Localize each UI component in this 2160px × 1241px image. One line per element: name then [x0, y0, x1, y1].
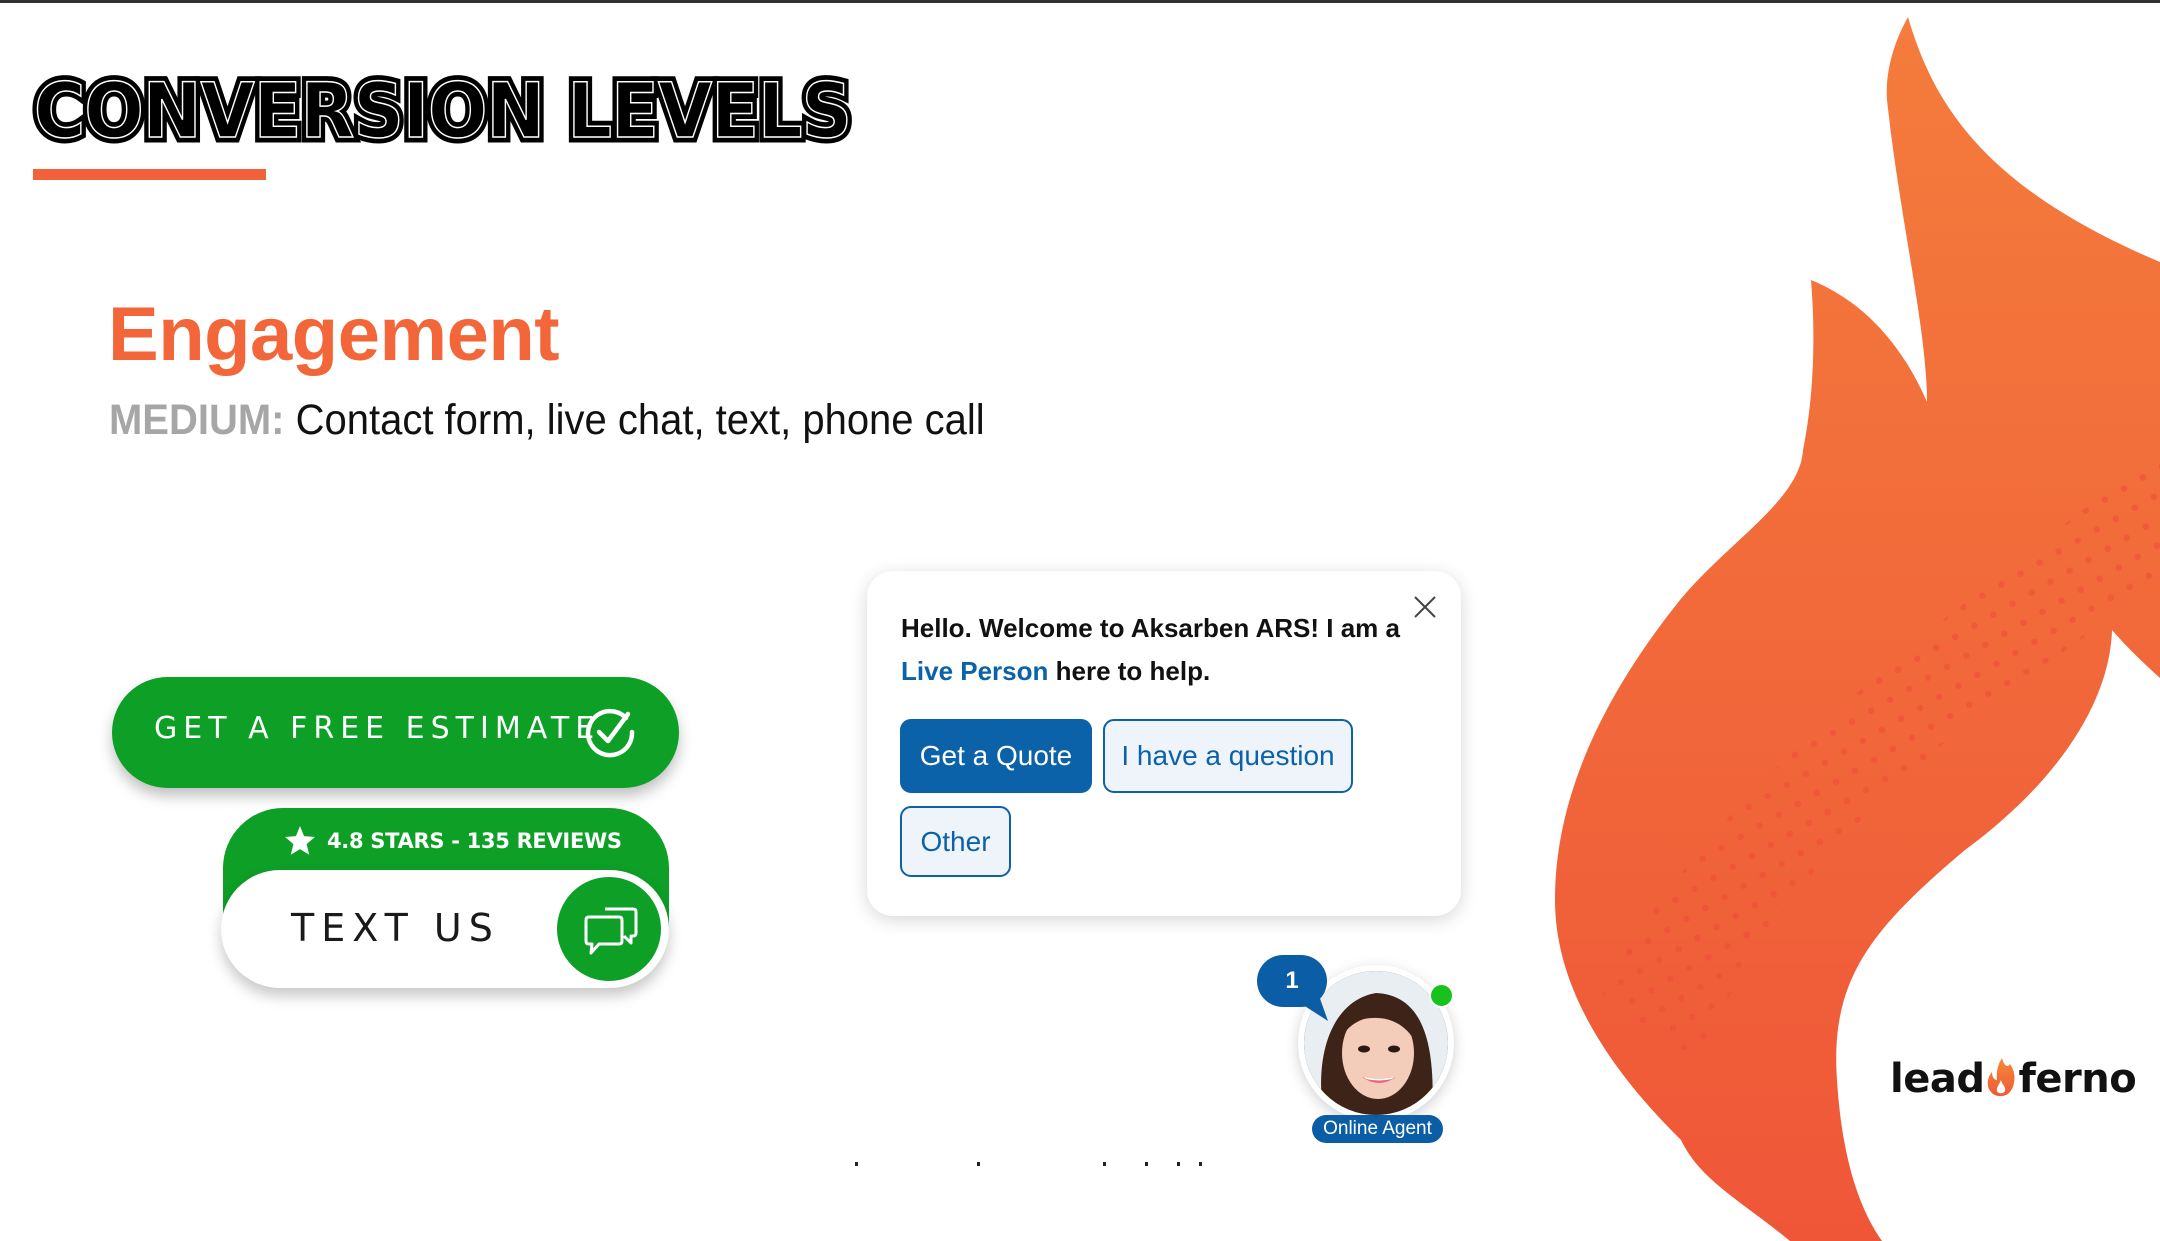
text-us-button[interactable]: TEXT US: [221, 870, 669, 988]
chat-greeting-prefix: Hello. Welcome to Aksarben ARS! I am a: [901, 613, 1400, 643]
star-icon: [285, 826, 315, 855]
online-agent-label: Online Agent: [1312, 1115, 1443, 1143]
reviews-text: 4.8 STARS - 135 REVIEWS: [327, 829, 622, 853]
text-us-icon-button[interactable]: [555, 875, 663, 983]
get-free-estimate-button[interactable]: GET A FREE ESTIMATE: [112, 677, 679, 788]
logo-text-lead: lead: [1890, 1056, 1985, 1102]
flame-icon: [1988, 1058, 2015, 1097]
live-person-link: Live Person: [901, 656, 1049, 686]
get-a-quote-button[interactable]: Get a Quote: [900, 719, 1092, 793]
text-us-label: TEXT US: [291, 906, 500, 950]
chat-agent-launcher[interactable]: 1 Online Agent: [1250, 945, 1460, 1155]
level-label: MEDIUM:: [109, 396, 285, 444]
text-us-widget[interactable]: 4.8 STARS - 135 REVIEWS TEXT US: [221, 808, 669, 988]
online-status-dot: [1429, 983, 1454, 1008]
logo-text-ferno: ferno: [2018, 1056, 2137, 1102]
other-button[interactable]: Other: [900, 806, 1011, 877]
level-description: Contact form, live chat, text, phone cal…: [295, 396, 985, 444]
leadferno-logo: lead ferno: [1890, 1052, 2137, 1102]
estimate-button-label: GET A FREE ESTIMATE: [154, 711, 601, 746]
slide-title: CONVERSION LEVELS: [33, 65, 852, 156]
check-circle-icon: [585, 708, 635, 758]
chat-greeting: Hello. Welcome to Aksarben ARS! I am a L…: [901, 607, 1441, 693]
chat-bubbles-icon: [584, 907, 638, 955]
level-description-line: MEDIUM: Contact form, live chat, text, p…: [109, 393, 985, 447]
i-have-a-question-button[interactable]: I have a question: [1103, 719, 1353, 793]
reviews-rating: 4.8 STARS - 135 REVIEWS: [283, 826, 622, 856]
chat-greeting-suffix: here to help.: [1048, 656, 1211, 686]
title-underline: [33, 169, 266, 180]
unread-count-badge[interactable]: 1: [1257, 955, 1327, 1007]
section-title: Engagement: [108, 292, 560, 377]
cropped-footer-text: [855, 1162, 1215, 1166]
top-border: [0, 0, 2160, 3]
live-chat-popup: Hello. Welcome to Aksarben ARS! I am a L…: [867, 571, 1461, 916]
